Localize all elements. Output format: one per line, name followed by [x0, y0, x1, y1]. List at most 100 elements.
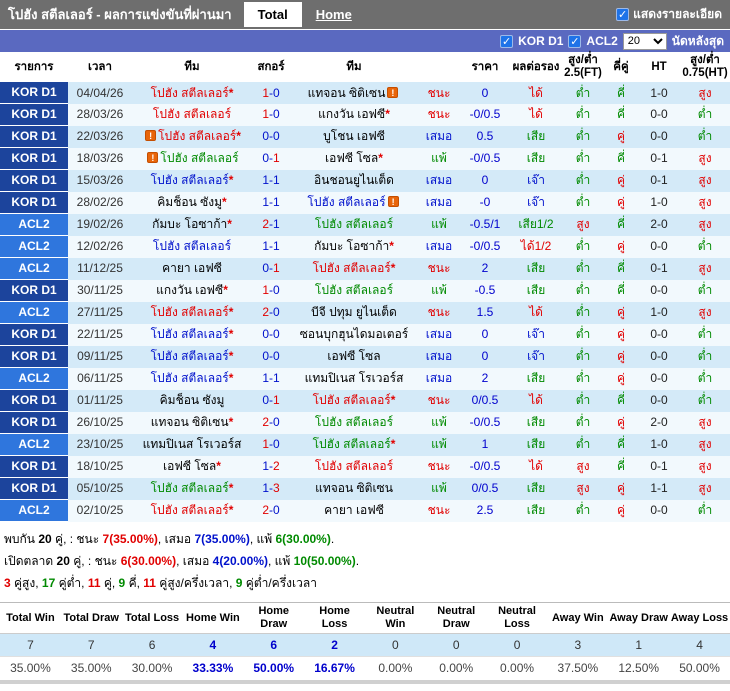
home-team-name: โปฮัง สตีลเลอร์ [150, 85, 229, 100]
summary-text: คี่, [125, 576, 144, 591]
summary-text: 6(30.00%) [275, 532, 331, 547]
away-team-cell: โปฮัง สตีลเลอร์ [290, 455, 418, 478]
summary-text: 7(35.00%) [102, 532, 158, 547]
star-icon: * [223, 283, 228, 298]
home-team: โปฮัง สตีลเลอร์* [151, 173, 234, 187]
over-under-075-cell: ต่ำ [680, 499, 730, 522]
odds-result-cell: ได้ [510, 455, 562, 478]
ht-score-cell: 1-0 [638, 301, 680, 324]
league-badge: ACL2 [0, 367, 68, 391]
kor-d1-checkbox[interactable]: ✓ [500, 34, 514, 48]
match-row: KOR D1 26/10/25 แทจอน ซิติเซน* 2-0 โปฮัง สตี… [0, 411, 730, 435]
home-team-name: คิมช็อน ซังมู [157, 195, 223, 210]
summary-text: , แพ้ [249, 532, 276, 547]
home-team-name: โปฮัง สตีลเลอร์ [152, 239, 232, 254]
star-icon: * [390, 437, 396, 452]
away-team-cell: แกงวัน เอฟซี* [290, 103, 418, 126]
stats-count: 2 [304, 633, 365, 657]
home-team: เอฟซี โซล* [163, 459, 221, 473]
ht-score-cell: 2-0 [638, 213, 680, 236]
home-team: คายา เอฟซี [162, 261, 222, 275]
away-goals: 0 [273, 349, 280, 364]
ht-score-cell: 2-0 [638, 411, 680, 434]
away-team-name: แกงวัน เอฟซี [318, 107, 386, 122]
away-team-name: โปฮัง สตีลเลอร์ [314, 415, 394, 430]
ht-score-cell: 0-1 [638, 455, 680, 478]
result-cell: เสมอ [418, 323, 460, 346]
match-date: 28/02/26 [68, 191, 132, 214]
away-team-cell: คายา เอฟซี [290, 499, 418, 522]
summary-line-2: เปิดตลาด 20 คู่, : ชนะ 6(30.00%), เสมอ 4… [4, 552, 726, 571]
stats-percent: 16.67% [304, 655, 365, 679]
away-team-cell: โปฮัง สตีลเลอร์* [290, 389, 418, 412]
over-under-25-cell: ต่ำ [562, 345, 604, 368]
odds-result-cell: เจ๊า [510, 323, 562, 346]
over-under-075-cell: ต่ำ [680, 279, 730, 302]
away-team-name: โปฮัง สตีลเลอร์ [314, 459, 394, 474]
match-count-select[interactable]: 20 [622, 32, 667, 50]
stats-percent: 37.50% [547, 655, 609, 679]
result-cell: แพ้ [418, 147, 460, 170]
handicap-price-cell: -0.5 [460, 279, 510, 302]
tab-total[interactable]: Total [243, 2, 302, 27]
over-under-075-cell: ต่ำ [680, 367, 730, 390]
home-goals: 1 [262, 195, 269, 210]
odd-even-cell: คี่ [604, 389, 638, 412]
ht-score-cell: 0-0 [638, 235, 680, 258]
result-cell: ชนะ [418, 499, 460, 522]
over-under-25-cell: ต่ำ [562, 411, 604, 434]
acl2-checkbox[interactable]: ✓ [568, 34, 582, 48]
away-team: โปฮัง สตีลเลอร์ [315, 459, 393, 473]
checkbox-checked-icon[interactable]: ✓ [616, 8, 630, 21]
away-team: โปฮัง สตีลเลอร์* [313, 393, 396, 407]
home-team: โปฮัง สตีลเลอร์* [151, 305, 234, 319]
stats-count: 6 [121, 633, 183, 657]
handicap-price-cell: 0 [460, 169, 510, 192]
score-cell: 1-0 [252, 279, 290, 302]
score-cell: 0-1 [252, 257, 290, 280]
away-team: แทจอน ซิติเซน! [308, 86, 401, 100]
over-under-25-cell: สูง [562, 455, 604, 478]
match-date: 19/02/26 [68, 213, 132, 236]
over-under-075-cell: สูง [680, 411, 730, 434]
league-badge: ACL2 [0, 213, 68, 237]
match-row: ACL2 02/10/25 โปฮัง สตีลเลอร์* 2-0 คายา เอฟซ… [0, 499, 730, 523]
stats-header: Home Win [182, 602, 244, 634]
over-under-25-cell: ต่ำ [562, 367, 604, 390]
over-under-25-cell: ต่ำ [562, 103, 604, 126]
ht-score-cell: 0-0 [638, 499, 680, 522]
score-cell: 1-3 [252, 477, 290, 500]
summary-text: , เสมอ [157, 532, 195, 547]
away-team-name: แทมปิเนส โรเวอร์ส [304, 371, 404, 386]
match-row: ACL2 19/02/26 กัมบะ โอซาก้า* 2-1 โปฮัง สตีลเ… [0, 213, 730, 237]
league-badge: KOR D1 [0, 411, 68, 435]
home-goals: 1 [262, 371, 269, 386]
score-cell: 2-0 [252, 499, 290, 522]
tab-home[interactable]: Home [302, 2, 366, 27]
result-cell: เสมอ [418, 345, 460, 368]
column-header [418, 52, 460, 83]
odds-result-cell: เสีย [510, 147, 562, 170]
home-goals: 1 [262, 481, 269, 496]
odd-even-cell: คี่ [604, 433, 638, 456]
league-badge: KOR D1 [0, 191, 68, 215]
summary-text: 4(20.00%) [212, 554, 269, 569]
match-date: 27/11/25 [68, 301, 132, 324]
ht-score-cell: 0-1 [638, 169, 680, 192]
away-goals: 1 [273, 173, 280, 188]
league-badge: KOR D1 [0, 323, 68, 347]
match-row: ACL2 12/02/26 โปฮัง สตีลเลอร์ 1-1 กัมบะ โอซา… [0, 235, 730, 259]
odds-result-cell: เสีย [510, 257, 562, 280]
over-under-075-cell: ต่ำ [680, 323, 730, 346]
show-detail-toggle[interactable]: ✓ แสดงรายละเอียด [616, 5, 730, 24]
score-cell: 1-0 [252, 103, 290, 126]
stats-count: 0 [425, 633, 487, 657]
home-team: ! โปฮัง สตีลเลอร์ [145, 151, 239, 165]
home-team-name: โปฮัง สตีลเลอร์ [150, 481, 229, 496]
star-icon: * [228, 503, 234, 518]
away-team-cell: โปฮัง สตีลเลอร์ [290, 213, 418, 236]
column-header: รายการ [0, 52, 68, 83]
away-goals: 0 [273, 327, 280, 342]
home-team-name: คายา เอฟซี [162, 261, 222, 276]
ht-score-cell: 0-0 [638, 103, 680, 126]
